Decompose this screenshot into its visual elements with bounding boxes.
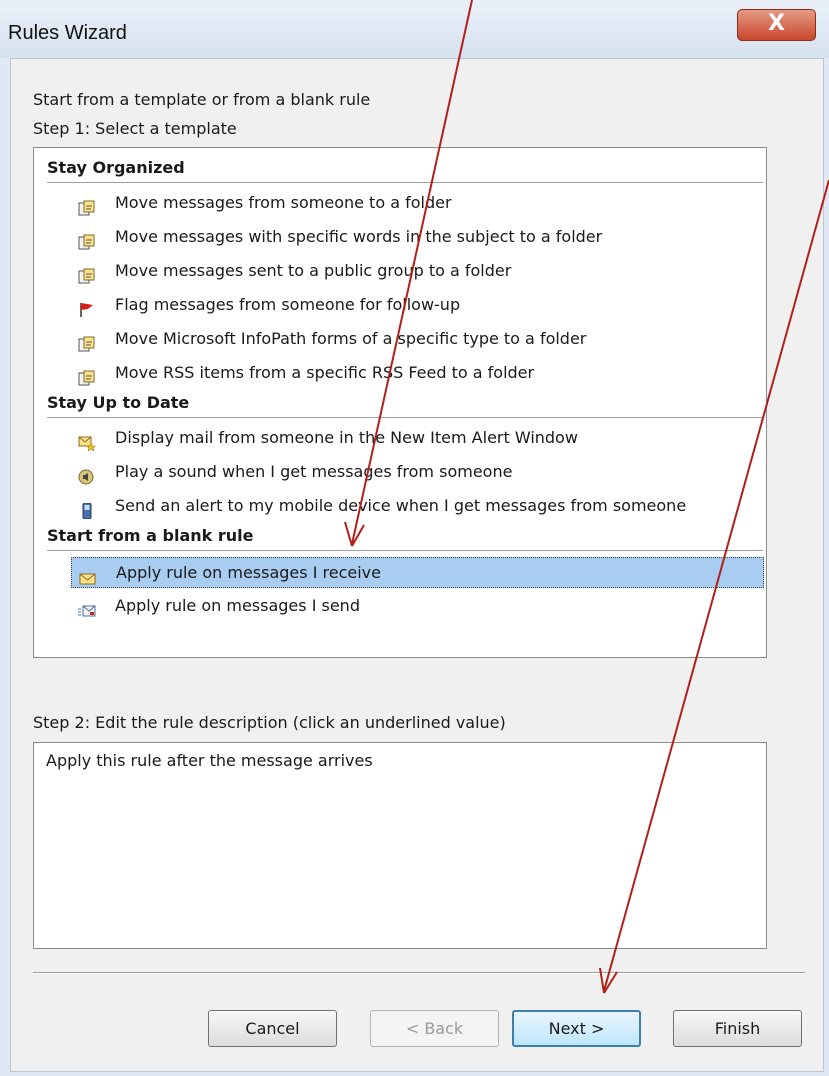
annotation-arrow-to-next-button bbox=[599, 179, 829, 994]
annotation-arrows bbox=[344, 0, 829, 994]
annotation-arrow-to-receive-item bbox=[344, 0, 473, 547]
